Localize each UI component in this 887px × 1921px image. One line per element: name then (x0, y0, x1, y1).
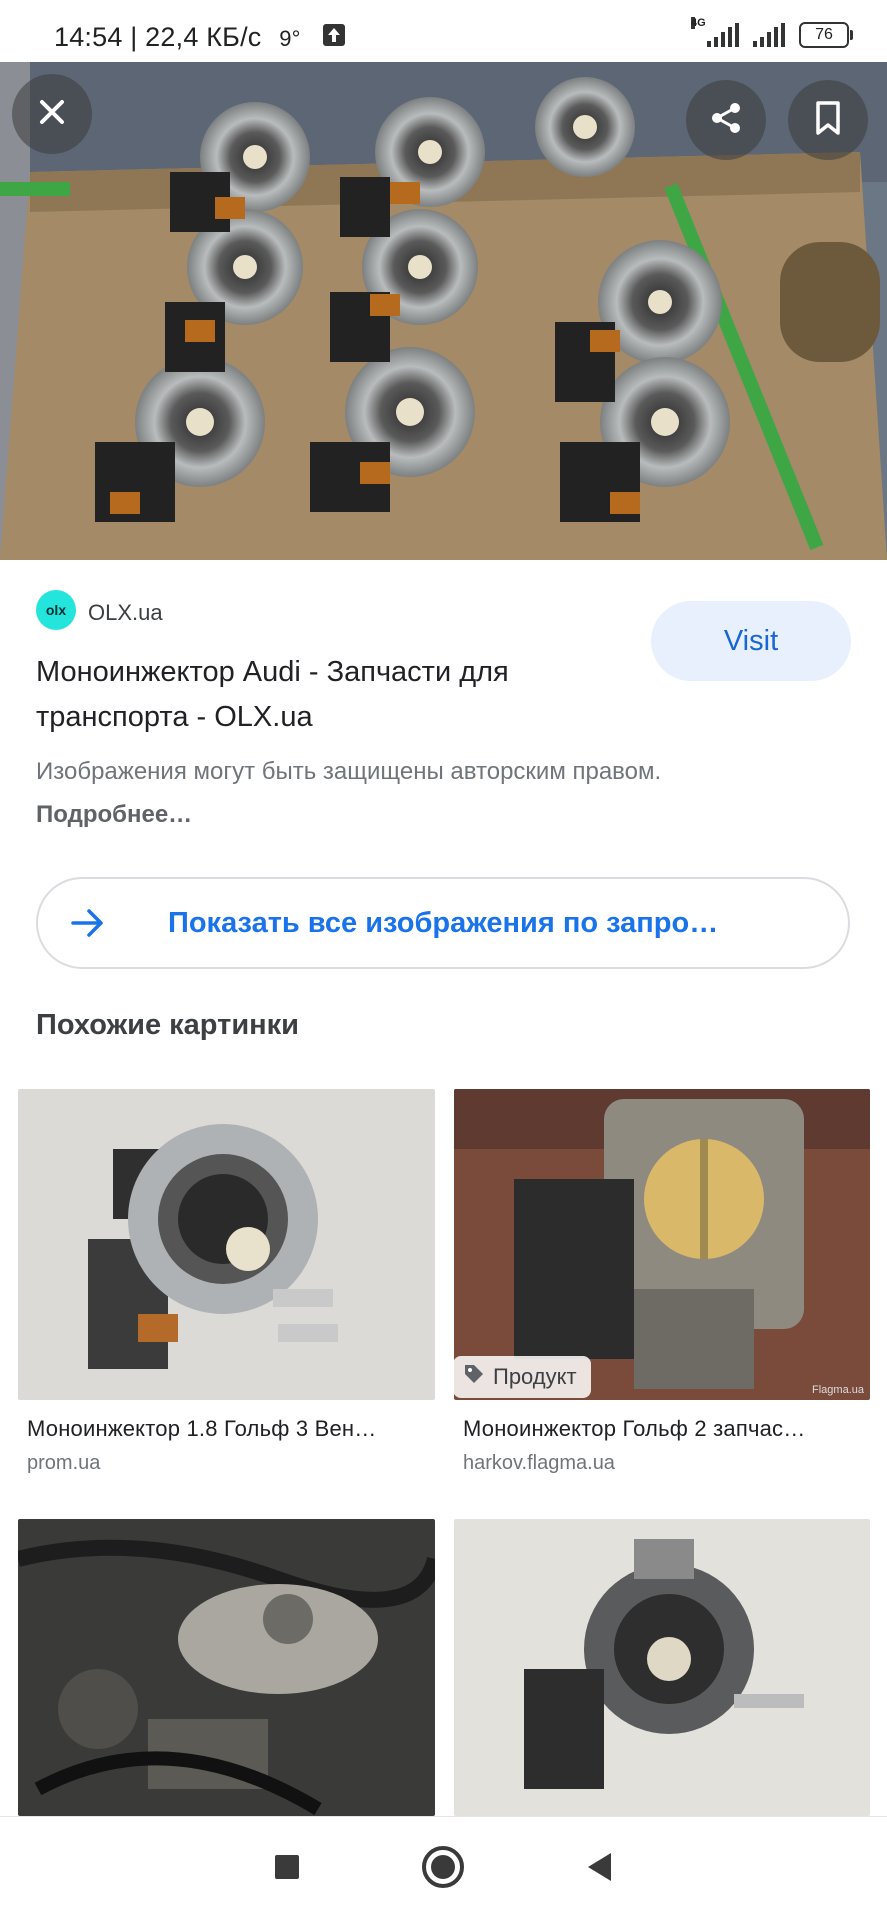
similar-image-3[interactable] (18, 1519, 435, 1816)
visit-button[interactable]: Visit (651, 601, 851, 681)
similar-image-4[interactable] (454, 1519, 870, 1816)
status-left: 14:54 | 22,4 КБ/с 9° (54, 22, 346, 54)
similar-2-title[interactable]: Моноинжектор Гольф 2 запчас… (463, 1416, 868, 1442)
show-all-label: Показать все изображения по запро… (168, 906, 719, 939)
back-triangle-icon (585, 1852, 615, 1887)
status-time-speed: 14:54 | 22,4 КБ/с (54, 22, 262, 52)
similar-image-2[interactable]: Flagma.ua (454, 1089, 870, 1400)
copyright-text: Изображения могут быть защищены авторски… (36, 758, 662, 785)
square-icon (273, 1854, 301, 1885)
learn-more-link[interactable]: Подробнее… (36, 801, 192, 828)
home-button[interactable] (421, 1845, 465, 1894)
similar-image-1[interactable] (18, 1089, 435, 1400)
flagma-watermark: Flagma.ua (812, 1384, 864, 1396)
olx-logo-text: olx (45, 602, 67, 618)
navigation-bar (0, 1816, 887, 1921)
show-all-images-button[interactable]: Показать все изображения по запро… (36, 877, 850, 969)
similar-2-source: harkov.flagma.ua (463, 1452, 615, 1474)
olx-logo: olx (36, 590, 76, 630)
visit-label: Visit (723, 624, 779, 657)
product-badge: Продукт (453, 1356, 591, 1398)
network-type-label: 4G (691, 17, 706, 29)
bookmark-icon (813, 100, 843, 141)
arrow-right-icon (38, 908, 138, 938)
status-temperature: 9° (279, 26, 301, 51)
injector-photo (18, 1089, 435, 1400)
product-badge-label: Продукт (493, 1364, 577, 1389)
injector-photo-2 (454, 1519, 870, 1816)
similar-1-title[interactable]: Моноинжектор 1.8 Гольф 3 Вен… (27, 1416, 432, 1442)
bookmark-button[interactable] (788, 80, 868, 160)
source-name[interactable]: OLX.ua (88, 600, 163, 626)
battery-level: 76 (815, 26, 833, 43)
battery-icon: 76 (799, 22, 853, 48)
result-title[interactable]: Моноинжектор Audi - Запчасти для транспо… (36, 650, 616, 740)
signal-4g-icon: 4G (691, 17, 739, 47)
hero-image[interactable] (0, 62, 887, 560)
copyright-notice: Изображения могут быть защищены авторски… (36, 750, 686, 836)
share-icon (708, 100, 744, 141)
circle-icon (421, 1845, 465, 1893)
close-icon (36, 96, 68, 133)
tag-icon (463, 1363, 485, 1391)
share-button[interactable] (686, 80, 766, 160)
similar-1-source: prom.ua (27, 1452, 101, 1474)
signal-icon (753, 23, 785, 47)
back-button[interactable] (585, 1851, 615, 1888)
engine-bay-photo (18, 1519, 435, 1816)
similar-images-heading: Похожие картинки (36, 1009, 300, 1041)
upload-icon (322, 23, 346, 54)
status-bar: 14:54 | 22,4 КБ/с 9° 4G 76 (0, 0, 887, 62)
close-button[interactable] (12, 74, 92, 154)
recents-button[interactable] (273, 1853, 301, 1886)
throttle-body-photo (454, 1089, 870, 1400)
status-icons: 4G 76 (691, 17, 853, 48)
